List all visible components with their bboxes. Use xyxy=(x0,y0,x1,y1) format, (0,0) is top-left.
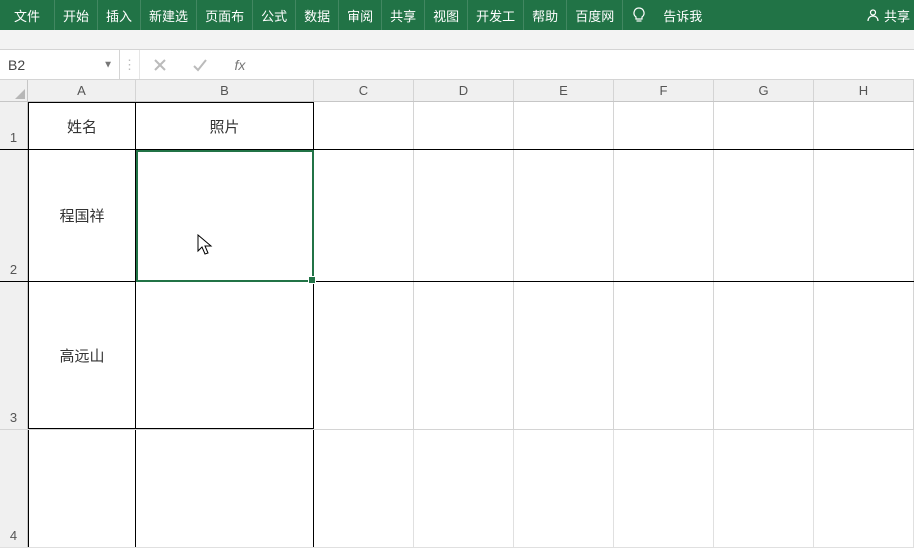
tab-help[interactable]: 帮助 xyxy=(524,0,567,30)
rows: 1 姓名 照片 2 程国祥 3 高远山 xyxy=(0,102,914,548)
row-header-4[interactable]: 4 xyxy=(0,430,28,547)
tab-data[interactable]: 数据 xyxy=(296,0,339,30)
cell-F1[interactable] xyxy=(614,102,714,149)
col-header-B[interactable]: B xyxy=(136,80,314,101)
cell-C2[interactable] xyxy=(314,150,414,281)
cancel-icon[interactable] xyxy=(140,50,180,79)
cell-G3[interactable] xyxy=(714,282,814,429)
tell-me[interactable]: 告诉我 xyxy=(655,0,710,30)
cell-C1[interactable] xyxy=(314,102,414,149)
formula-bar-row: B2 ▼ ⋮ fx xyxy=(0,50,914,80)
cell-G1[interactable] xyxy=(714,102,814,149)
tab-home[interactable]: 开始 xyxy=(55,0,98,30)
cell-F3[interactable] xyxy=(614,282,714,429)
cell-H2[interactable] xyxy=(814,150,914,281)
person-icon xyxy=(866,8,880,22)
tab-review[interactable]: 审阅 xyxy=(339,0,382,30)
cell-D1[interactable] xyxy=(414,102,514,149)
col-header-F[interactable]: F xyxy=(614,80,714,101)
tab-new[interactable]: 新建选 xyxy=(141,0,197,30)
cell-E3[interactable] xyxy=(514,282,614,429)
cell-F2[interactable] xyxy=(614,150,714,281)
cell-D3[interactable] xyxy=(414,282,514,429)
name-box-value: B2 xyxy=(8,57,25,73)
col-header-G[interactable]: G xyxy=(714,80,814,101)
cell-F4[interactable] xyxy=(614,430,714,547)
cell-H4[interactable] xyxy=(814,430,914,547)
tab-baidu[interactable]: 百度网 xyxy=(567,0,623,30)
cell-C4[interactable] xyxy=(314,430,414,547)
cell-A2[interactable]: 程国祥 xyxy=(28,150,136,281)
cell-B2[interactable] xyxy=(136,150,314,281)
column-headers: A B C D E F G H xyxy=(0,80,914,102)
col-header-A[interactable]: A xyxy=(28,80,136,101)
row-header-1[interactable]: 1 xyxy=(0,102,28,149)
formula-divider: ⋮ xyxy=(120,50,140,79)
col-header-E[interactable]: E xyxy=(514,80,614,101)
row-2: 2 程国祥 xyxy=(0,150,914,282)
cell-A4[interactable] xyxy=(28,430,136,547)
cell-B4[interactable] xyxy=(136,430,314,547)
cell-G2[interactable] xyxy=(714,150,814,281)
cell-E4[interactable] xyxy=(514,430,614,547)
tab-formulas[interactable]: 公式 xyxy=(253,0,296,30)
tab-insert[interactable]: 插入 xyxy=(98,0,141,30)
lightbulb-icon xyxy=(623,0,655,30)
tab-developer[interactable]: 开发工 xyxy=(468,0,524,30)
select-all-corner[interactable] xyxy=(0,80,28,101)
cell-C3[interactable] xyxy=(314,282,414,429)
cell-B1[interactable]: 照片 xyxy=(136,102,314,149)
name-box[interactable]: B2 ▼ xyxy=(0,50,120,79)
cell-A1[interactable]: 姓名 xyxy=(28,102,136,149)
grid-area: A B C D E F G H 1 姓名 照片 2 程国祥 xyxy=(0,80,914,548)
chevron-down-icon[interactable]: ▼ xyxy=(103,59,113,70)
tab-view[interactable]: 视图 xyxy=(425,0,468,30)
row-4: 4 xyxy=(0,430,914,548)
tab-share-tab[interactable]: 共享 xyxy=(382,0,425,30)
fx-label[interactable]: fx xyxy=(220,50,260,79)
cell-D4[interactable] xyxy=(414,430,514,547)
cell-G4[interactable] xyxy=(714,430,814,547)
col-header-H[interactable]: H xyxy=(814,80,914,101)
tab-file[interactable]: 文件 xyxy=(0,0,55,30)
row-3: 3 高远山 xyxy=(0,282,914,430)
cell-H1[interactable] xyxy=(814,102,914,149)
row-header-2[interactable]: 2 xyxy=(0,150,28,281)
col-header-C[interactable]: C xyxy=(314,80,414,101)
cell-D2[interactable] xyxy=(414,150,514,281)
cell-A3[interactable]: 高远山 xyxy=(28,282,136,429)
collapsed-toolbar xyxy=(0,30,914,50)
row-header-3[interactable]: 3 xyxy=(0,282,28,429)
share-button[interactable]: 共享 xyxy=(862,0,914,30)
formula-input[interactable] xyxy=(260,50,914,79)
share-label: 共享 xyxy=(884,6,910,25)
enter-icon[interactable] xyxy=(180,50,220,79)
cell-B3[interactable] xyxy=(136,282,314,429)
cell-E1[interactable] xyxy=(514,102,614,149)
tab-pagelayout[interactable]: 页面布 xyxy=(197,0,253,30)
col-header-D[interactable]: D xyxy=(414,80,514,101)
cell-H3[interactable] xyxy=(814,282,914,429)
cell-E2[interactable] xyxy=(514,150,614,281)
ribbon: 文件 开始 插入 新建选 页面布 公式 数据 审阅 共享 视图 开发工 帮助 百… xyxy=(0,0,914,30)
row-1: 1 姓名 照片 xyxy=(0,102,914,150)
